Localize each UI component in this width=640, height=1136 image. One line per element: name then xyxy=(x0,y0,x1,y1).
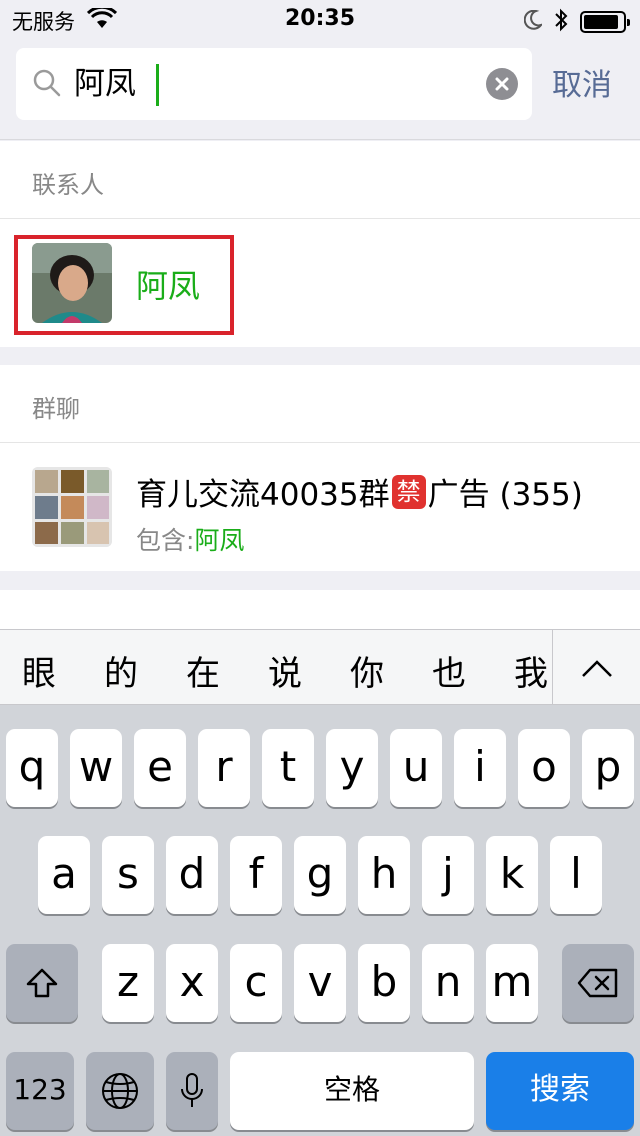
group-match-line: 包含:阿凤 xyxy=(136,521,244,557)
key-c[interactable]: c xyxy=(230,944,282,1022)
key-l[interactable]: l xyxy=(550,836,602,914)
key-g[interactable]: g xyxy=(294,836,346,914)
key-o[interactable]: o xyxy=(518,729,570,807)
groups-section: 群聊 育儿交流40035群 禁 广告 (355) 包含:阿凤 xyxy=(0,365,640,571)
search-query: 阿凤 xyxy=(74,66,136,102)
microphone-key[interactable] xyxy=(166,1052,218,1130)
key-s[interactable]: s xyxy=(102,836,154,914)
group-avatar xyxy=(32,467,112,547)
highlight-box xyxy=(14,235,234,335)
keyboard: q w e r t y u i o p a s d f g h j k l z … xyxy=(0,705,640,1136)
key-w[interactable]: w xyxy=(70,729,122,807)
key-f[interactable]: f xyxy=(230,836,282,914)
group-name: 育儿交流40035群 禁 广告 (355) xyxy=(136,469,583,514)
candidate-item[interactable]: 的 xyxy=(104,646,138,695)
space-key[interactable]: 空格 xyxy=(230,1052,474,1130)
key-q[interactable]: q xyxy=(6,729,58,807)
section-header: 群聊 xyxy=(0,365,640,443)
globe-icon xyxy=(102,1073,138,1109)
expand-candidates-button[interactable] xyxy=(552,630,640,706)
shift-icon xyxy=(26,968,58,998)
battery-icon xyxy=(580,11,630,33)
search-header: 阿凤 取消 xyxy=(0,40,640,140)
numbers-key[interactable]: 123 xyxy=(6,1052,74,1130)
key-r[interactable]: r xyxy=(198,729,250,807)
candidate-bar: 眼 的 在 说 你 也 我 xyxy=(0,629,640,706)
battery-fill xyxy=(584,15,619,29)
candidate-item[interactable]: 说 xyxy=(268,646,302,695)
clear-icon[interactable] xyxy=(486,68,518,100)
text-caret xyxy=(156,64,159,106)
key-b[interactable]: b xyxy=(358,944,410,1022)
candidate-item[interactable]: 眼 xyxy=(22,646,56,695)
key-y[interactable]: y xyxy=(326,729,378,807)
backspace-key[interactable] xyxy=(562,944,634,1022)
key-p[interactable]: p xyxy=(582,729,634,807)
backspace-icon xyxy=(577,968,618,998)
key-x[interactable]: x xyxy=(166,944,218,1022)
partial-result-row xyxy=(0,590,640,630)
status-right xyxy=(523,8,630,36)
key-z[interactable]: z xyxy=(102,944,154,1022)
section-header: 联系人 xyxy=(0,141,640,219)
group-name-text: 育儿交流40035群 xyxy=(136,477,390,513)
key-u[interactable]: u xyxy=(390,729,442,807)
group-row[interactable]: 育儿交流40035群 禁 广告 (355) 包含:阿凤 xyxy=(0,443,640,569)
candidate-item[interactable]: 你 xyxy=(350,646,384,695)
bluetooth-icon xyxy=(554,8,568,36)
candidate-item[interactable]: 我 xyxy=(514,646,548,695)
shift-key[interactable] xyxy=(6,944,78,1022)
candidate-item[interactable]: 在 xyxy=(186,646,220,695)
key-n[interactable]: n xyxy=(422,944,474,1022)
search-key[interactable]: 搜索 xyxy=(486,1052,634,1130)
globe-key[interactable] xyxy=(86,1052,154,1130)
key-v[interactable]: v xyxy=(294,944,346,1022)
match-prefix: 包含: xyxy=(136,526,195,555)
ban-badge: 禁 xyxy=(391,474,426,509)
chevron-up-icon xyxy=(582,660,612,677)
key-h[interactable]: h xyxy=(358,836,410,914)
contacts-section: 联系人 阿凤 xyxy=(0,141,640,347)
key-j[interactable]: j xyxy=(422,836,474,914)
key-e[interactable]: e xyxy=(134,729,186,807)
microphone-icon xyxy=(181,1073,203,1107)
cancel-button[interactable]: 取消 xyxy=(552,60,612,104)
key-d[interactable]: d xyxy=(166,836,218,914)
key-i[interactable]: i xyxy=(454,729,506,807)
search-input[interactable]: 阿凤 xyxy=(16,48,532,120)
match-text: 阿凤 xyxy=(194,526,245,555)
group-name-suffix: 广告 (355) xyxy=(427,477,583,513)
contact-row[interactable]: 阿凤 xyxy=(0,219,640,345)
moon-icon xyxy=(523,9,544,34)
key-m[interactable]: m xyxy=(486,944,538,1022)
candidate-item[interactable]: 也 xyxy=(432,646,466,695)
status-bar: 无服务 20:35 xyxy=(0,0,640,40)
key-t[interactable]: t xyxy=(262,729,314,807)
search-icon xyxy=(32,68,62,98)
key-a[interactable]: a xyxy=(38,836,90,914)
key-k[interactable]: k xyxy=(486,836,538,914)
